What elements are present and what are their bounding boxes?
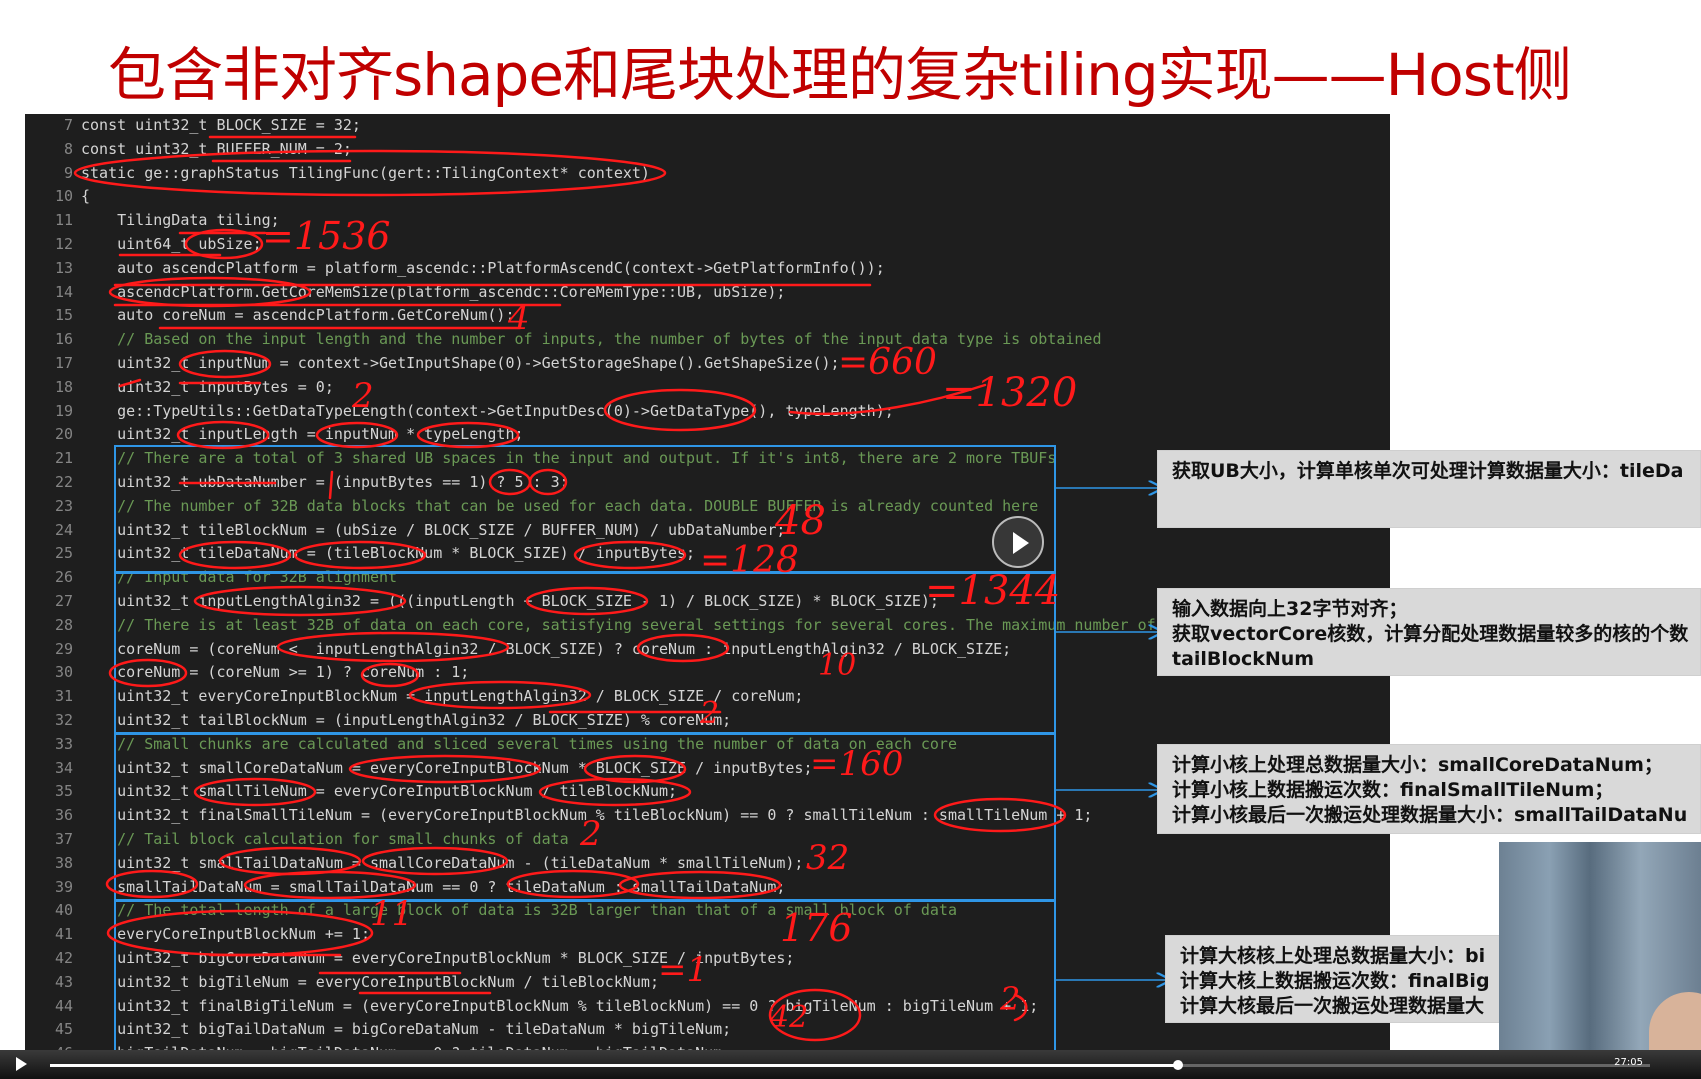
note-line: 计算大核上数据搬运次数：finalBig bbox=[1180, 970, 1490, 992]
progress-handle[interactable] bbox=[1173, 1060, 1183, 1070]
note-line: 计算小核上数据搬运次数：finalSmallTileNum； bbox=[1172, 779, 1614, 801]
note-alignment: 输入数据向上32字节对齐； 获取vectorCore核数，计算分配处理数据量较多… bbox=[1157, 588, 1701, 676]
play-icon bbox=[1013, 532, 1029, 554]
progress-fill bbox=[50, 1064, 1178, 1067]
connector-arrows bbox=[1056, 0, 1701, 1079]
note-line: 计算小核上处理总数据量大小：smallCoreDataNum； bbox=[1172, 754, 1663, 776]
note-line: 输入数据向上32字节对齐； bbox=[1172, 598, 1408, 620]
note-line: 计算小核最后一次搬运处理数据量大小：smallTailDataNu bbox=[1172, 804, 1688, 826]
video-play-button[interactable] bbox=[992, 516, 1044, 568]
note-small-core: 计算小核上处理总数据量大小：smallCoreDataNum； 计算小核上数据搬… bbox=[1157, 744, 1701, 834]
note-ub-tiling: 获取UB大小，计算单核单次可处理计算数据量大小：tileDa bbox=[1157, 450, 1701, 528]
progress-track[interactable] bbox=[50, 1060, 1650, 1070]
note-big-core: 计算大核核上处理总数据量大小：bi 计算大核上数据搬运次数：finalBig 计… bbox=[1165, 935, 1505, 1023]
player-play-icon[interactable] bbox=[16, 1057, 27, 1071]
note-line: 计算大核核上处理总数据量大小：bi bbox=[1180, 945, 1486, 967]
note-line: 计算大核最后一次搬运处理数据量大 bbox=[1180, 995, 1485, 1017]
note-line: 获取vectorCore核数，计算分配处理数据量较多的核的个数 bbox=[1172, 623, 1689, 645]
presenter-webcam bbox=[1499, 842, 1701, 1079]
note-line: tailBlockNum bbox=[1172, 648, 1315, 670]
video-player-bar: 27:05 bbox=[0, 1050, 1701, 1079]
note-line: 获取UB大小，计算单核单次可处理计算数据量大小：tileDa bbox=[1172, 460, 1684, 482]
playback-time: 27:05 bbox=[1614, 1057, 1643, 1068]
